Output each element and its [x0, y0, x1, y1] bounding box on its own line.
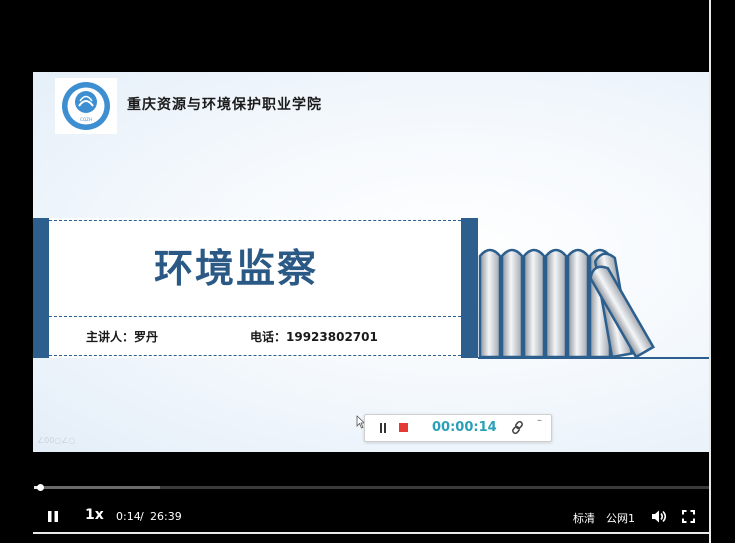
lecturer-label: 主讲人：罗丹 [86, 330, 159, 344]
recorder-minimize-button[interactable]: – [537, 415, 542, 426]
current-time: 0:14 [116, 510, 141, 523]
middle-dashed-line [49, 316, 461, 317]
window-edge-bottom [33, 532, 711, 534]
playback-speed-button[interactable]: 1x [85, 507, 104, 523]
progress-knob[interactable] [37, 484, 45, 491]
play-pause-button[interactable] [47, 510, 59, 523]
watermark-text: ∠00○∠○ [37, 436, 76, 445]
phone-label: 电话：19923802701 [250, 330, 378, 344]
record-pause-button[interactable] [375, 419, 391, 437]
school-name: 重庆资源与环境保护职业学院 [127, 97, 322, 113]
course-title: 环境监察 [154, 247, 319, 292]
pause-icon [380, 423, 386, 433]
link-icon[interactable] [510, 419, 526, 437]
line-selector[interactable]: 公网1 [606, 510, 635, 526]
window-edge-right [709, 0, 711, 543]
books-illustration [478, 248, 709, 359]
time-separator: / [140, 510, 144, 523]
record-stop-button[interactable] [399, 423, 408, 432]
recording-toolbar: 00:00:14 – [364, 414, 552, 442]
progress-buffered [34, 486, 160, 489]
left-accent-bar [33, 218, 49, 358]
school-logo: CQZH [55, 78, 117, 134]
quality-selector[interactable]: 标清 [573, 510, 595, 526]
middle-accent-bar [461, 218, 478, 358]
logo-text: CQZH [80, 117, 92, 122]
fullscreen-button[interactable] [682, 510, 695, 523]
volume-button[interactable] [651, 509, 667, 524]
progress-bar[interactable] [34, 486, 709, 489]
video-frame[interactable]: CQZH 重庆资源与环境保护职业学院 环境监察 主讲人：罗丹 电话：199238… [33, 72, 709, 452]
bottom-dashed-line [49, 355, 461, 356]
top-dashed-line [49, 220, 461, 221]
recording-timer: 00:00:14 [432, 420, 497, 435]
total-duration: 26:39 [150, 510, 182, 523]
